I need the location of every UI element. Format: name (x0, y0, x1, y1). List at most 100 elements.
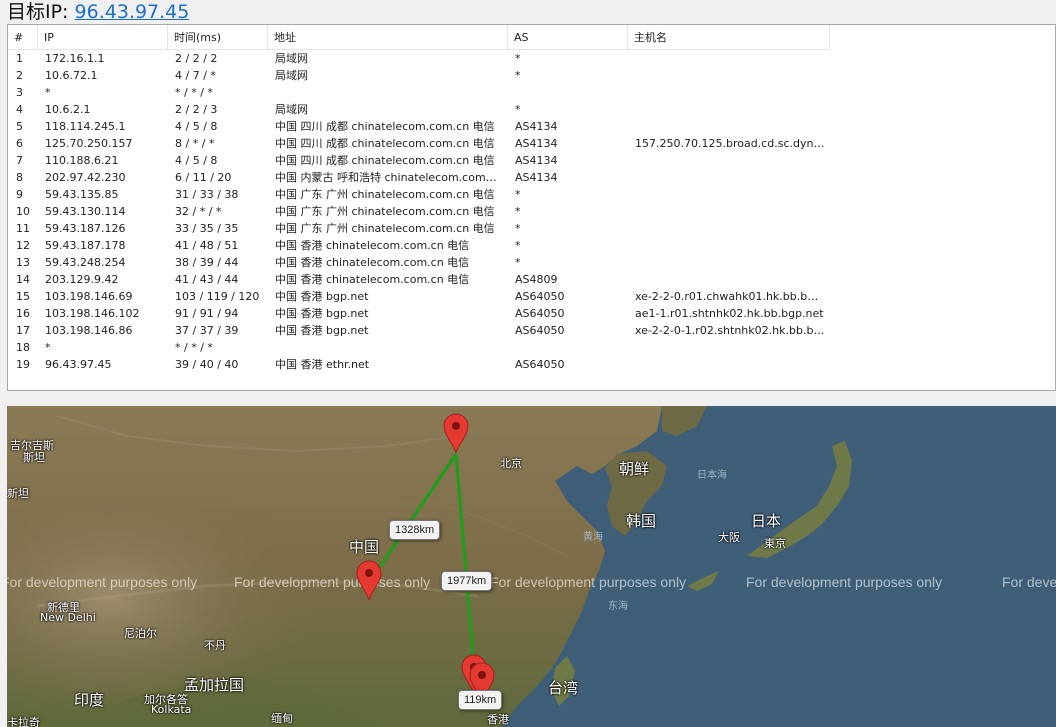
hop-as (515, 339, 627, 356)
hop-address (275, 84, 499, 101)
hop-ip: 10.6.72.1 (45, 69, 98, 82)
map-label-north-korea: 朝鲜 (619, 460, 650, 478)
hop-number: 18 (16, 341, 30, 354)
map-marker-chengdu[interactable] (356, 560, 382, 600)
hop-ip: 103.198.146.69 (45, 290, 133, 303)
hop-hostname (635, 220, 825, 237)
table-row[interactable]: 15 103.198.146.69 103 / 119 / 120 中国 香港 bgp… (8, 288, 1055, 305)
hop-latency: 91 / 91 / 94 (175, 307, 239, 320)
hop-ip: 59.43.135.85 (45, 188, 119, 201)
map-label-sea-of-japan: 日本海 (697, 470, 727, 481)
hop-as: AS4134 (515, 171, 558, 184)
column-header-ip[interactable]: IP (38, 25, 168, 49)
hop-latency: 31 / 33 / 38 (175, 188, 239, 201)
map-watermark: For development purposes only (746, 574, 943, 590)
map-pin-icon (356, 560, 382, 600)
hop-as: * (515, 239, 521, 252)
hop-as: AS64050 (515, 358, 565, 371)
table-row[interactable]: 6 125.70.250.157 8 / * / * 中国 四川 成都 chinate… (8, 135, 1055, 152)
hop-as: * (515, 205, 521, 218)
hop-address: 中国 四川 成都 chinatelecom.com.cn 电信 (275, 120, 495, 133)
table-row[interactable]: 7 110.188.6.21 4 / 5 / 8 中国 四川 成都 chinatele… (8, 152, 1055, 169)
table-row[interactable]: 1 172.16.1.1 2 / 2 / 2 局域网 * (8, 50, 1055, 67)
hop-number: 16 (16, 307, 30, 320)
hop-as: AS4134 (515, 154, 558, 167)
route-map[interactable]: 吉尔吉斯 斯坦 新坦 中国 北京 朝鲜 日本海 韩国 日本 大阪 東京 黄海 东… (7, 406, 1056, 727)
hop-latency: 32 / * / * (175, 205, 222, 218)
table-row[interactable]: 19 96.43.97.45 39 / 40 / 40 中国 香港 ethr.net A… (8, 356, 1055, 373)
hop-latency: 4 / 5 / 8 (175, 120, 218, 133)
column-header-address[interactable]: 地址 (268, 25, 508, 49)
table-row[interactable]: 5 118.114.245.1 4 / 5 / 8 中国 四川 成都 chinatel… (8, 118, 1055, 135)
hop-as: AS64050 (515, 290, 565, 303)
hop-ip: 125.70.250.157 (45, 137, 133, 150)
hop-latency: * / * / * (175, 86, 213, 99)
table-row[interactable]: 13 59.43.248.254 38 / 39 / 44 中国 香港 chinate… (8, 254, 1055, 271)
hop-latency: 39 / 40 / 40 (175, 358, 239, 371)
hop-number: 10 (16, 205, 30, 218)
table-row[interactable]: 14 203.129.9.42 41 / 43 / 44 中国 香港 chinatel… (8, 271, 1055, 288)
hop-as: AS4809 (515, 273, 558, 286)
map-label-china: 中国 (349, 538, 380, 556)
hop-number: 1 (16, 52, 23, 65)
hop-address: 中国 香港 bgp.net (275, 307, 369, 320)
target-ip-link[interactable]: 96.43.97.45 (75, 1, 190, 23)
hop-latency: 41 / 48 / 51 (175, 239, 239, 252)
hop-hostname: xe-2-2-0.r01.chwahk01.hk.bb.bgp.net (635, 290, 825, 303)
map-label-nepal: 尼泊尔 (124, 627, 157, 640)
hop-latency: 38 / 39 / 44 (175, 256, 239, 269)
hop-as: * (515, 52, 521, 65)
table-row[interactable]: 3 * * / * / * (8, 84, 1055, 101)
hop-address: 中国 香港 bgp.net (275, 324, 369, 337)
hop-number: 17 (16, 324, 30, 337)
hop-latency: 4 / 7 / * (175, 69, 216, 82)
map-label-japan: 日本 (751, 512, 782, 530)
map-label-taiwan: 台湾 (548, 679, 579, 697)
hop-address: 中国 香港 chinatelecom.com.cn 电信 (275, 273, 470, 286)
hop-address: 中国 广东 广州 chinatelecom.com.cn 电信 (275, 205, 495, 218)
table-row[interactable]: 2 10.6.72.1 4 / 7 / * 局域网 * (8, 67, 1055, 84)
hop-hostname (635, 67, 825, 84)
table-row[interactable]: 11 59.43.187.126 33 / 35 / 35 中国 广东 广州 chin… (8, 220, 1055, 237)
table-row[interactable]: 12 59.43.187.178 41 / 48 / 51 中国 香港 chinate… (8, 237, 1055, 254)
column-header-hostname[interactable]: 主机名 (628, 25, 830, 49)
column-header-time[interactable]: 时间(ms) (168, 25, 268, 49)
hop-number: 4 (16, 103, 23, 116)
hop-ip: 59.43.187.178 (45, 239, 126, 252)
hop-ip: 110.188.6.21 (45, 154, 119, 167)
table-row[interactable]: 9 59.43.135.85 31 / 33 / 38 中国 广东 广州 chinat… (8, 186, 1055, 203)
hop-latency: 41 / 43 / 44 (175, 273, 239, 286)
hop-as: * (515, 222, 521, 235)
hop-address: 中国 香港 chinatelecom.com.cn 电信 (275, 239, 470, 252)
hop-ip: 10.6.2.1 (45, 103, 91, 116)
column-header-num[interactable]: # (8, 25, 38, 49)
column-header-as[interactable]: AS (508, 25, 628, 49)
table-row[interactable]: 16 103.198.146.102 91 / 91 / 94 中国 香港 bgp.n… (8, 305, 1055, 322)
table-row[interactable]: 4 10.6.2.1 2 / 2 / 3 局域网 * (8, 101, 1055, 118)
hop-as: AS64050 (515, 307, 565, 320)
table-row[interactable]: 8 202.97.42.230 6 / 11 / 20 中国 内蒙古 呼和浩特 chi… (8, 169, 1055, 186)
target-ip-label: 目标IP: (7, 1, 69, 23)
hop-address: 中国 广东 广州 chinatelecom.com.cn 电信 (275, 188, 495, 201)
distance-label: 1328km (389, 520, 441, 540)
map-marker-hohhot[interactable] (443, 413, 469, 453)
map-watermark: For development purposes only (1002, 574, 1056, 590)
hop-number: 8 (16, 171, 23, 184)
hop-as (515, 84, 627, 101)
table-row[interactable]: 17 103.198.146.86 37 / 37 / 39 中国 香港 bgp.ne… (8, 322, 1055, 339)
map-pin-icon (443, 413, 469, 453)
hop-number: 7 (16, 154, 23, 167)
table-row[interactable]: 10 59.43.130.114 32 / * / * 中国 广东 广州 chinat… (8, 203, 1055, 220)
hop-address: 中国 香港 bgp.net (275, 290, 369, 303)
map-label-kolkata: Kolkata (151, 703, 192, 716)
hop-hostname (635, 50, 825, 67)
hop-as: * (515, 256, 521, 269)
hop-latency: 6 / 11 / 20 (175, 171, 232, 184)
map-label-bangladesh: 孟加拉国 (184, 676, 245, 694)
hop-latency: 2 / 2 / 2 (175, 52, 218, 65)
hop-number: 19 (16, 358, 30, 371)
map-watermark: For development purposes only (7, 574, 198, 590)
table-row[interactable]: 18 * * / * / * (8, 339, 1055, 356)
hop-hostname (635, 356, 825, 373)
hop-ip: 96.43.97.45 (45, 358, 112, 371)
